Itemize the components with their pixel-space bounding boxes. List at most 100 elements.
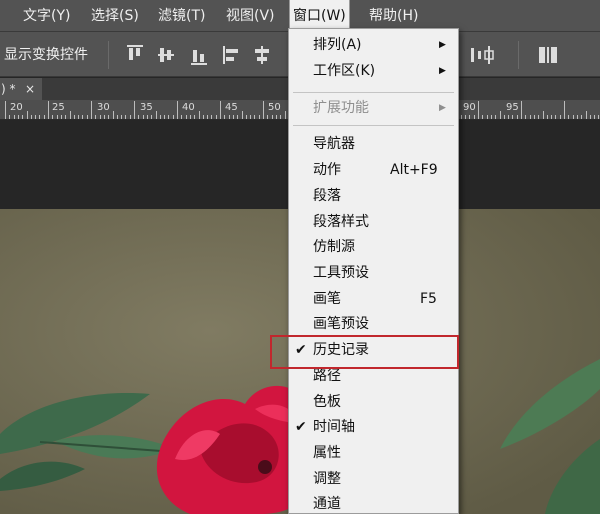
ruler-tick (142, 115, 144, 119)
ruler-tick (43, 115, 45, 119)
ruler-tick (60, 115, 62, 119)
ruler-label: 40 (182, 102, 195, 113)
menu-item-label: 段落 (313, 188, 341, 204)
ruler-tick (5, 101, 6, 119)
ruler-label: 20 (10, 102, 23, 113)
ruler-tick (159, 115, 161, 119)
ruler-label: 50 (268, 102, 281, 113)
ruler-tick (86, 115, 88, 119)
submenu-arrow-icon: ▶ (439, 40, 446, 50)
ruler-tick (508, 115, 510, 119)
ruler-tick (52, 115, 54, 119)
ruler-label: 95 (506, 102, 519, 113)
ruler-tick (82, 115, 84, 119)
menu-item-label: 通道 (313, 496, 341, 512)
ruler-tick (495, 115, 497, 119)
ruler-tick (516, 115, 518, 119)
ruler-tick (112, 111, 114, 119)
document-tab-label: ) * (1, 82, 16, 96)
ruler-tick (533, 115, 535, 119)
menu-item-timeline[interactable]: ✔ 时间轴 (289, 414, 458, 440)
ruler-tick (490, 115, 492, 119)
distribute-horizontal-icon[interactable] (470, 45, 494, 65)
menu-divider (293, 125, 454, 126)
menu-item-label: 导航器 (313, 136, 355, 152)
ruler-tick (280, 115, 282, 119)
align-vertical-center-icon[interactable] (157, 45, 175, 65)
ruler-tick (538, 115, 540, 119)
ruler-tick (91, 101, 92, 119)
ruler-tick (181, 115, 183, 119)
ruler-tick (211, 115, 213, 119)
ruler-tick (241, 111, 243, 119)
close-icon[interactable]: × (25, 78, 35, 100)
menu-text[interactable]: 文字(Y) (20, 0, 73, 32)
submenu-arrow-icon: ▶ (439, 66, 446, 76)
menu-item-label: 工作区(K) (313, 63, 376, 79)
ruler-tick (258, 115, 260, 119)
ruler-tick (271, 115, 273, 119)
menu-select[interactable]: 选择(S) (88, 0, 142, 32)
ruler-tick (460, 115, 462, 119)
menu-item-label: 段落样式 (313, 214, 369, 230)
ruler-tick (525, 115, 527, 119)
ruler-tick (228, 115, 230, 119)
ruler-tick (198, 111, 200, 119)
ruler-tick (254, 115, 256, 119)
align-bottom-icon[interactable] (190, 45, 208, 65)
ruler-tick (151, 115, 153, 119)
ruler-tick (542, 111, 544, 119)
ruler-label: 35 (140, 102, 153, 113)
menu-item-paragraph-styles[interactable]: 段落样式 (289, 209, 458, 235)
align-left-icon[interactable] (223, 45, 241, 65)
menu-item-swatches[interactable]: 色板 (289, 389, 458, 415)
menu-item-extensions: 扩展功能 ▶ (289, 95, 458, 121)
align-top-icon[interactable] (126, 45, 144, 65)
menu-item-arrange[interactable]: 排列(A) ▶ (289, 32, 458, 58)
ruler-tick (108, 115, 110, 119)
menu-filter[interactable]: 滤镜(T) (155, 0, 208, 32)
menu-item-actions[interactable]: 动作 Alt+F9 (289, 157, 458, 183)
ruler-tick (237, 115, 239, 119)
ruler-tick (465, 115, 467, 119)
ruler-tick (39, 115, 41, 119)
menu-item-properties[interactable]: 属性 (289, 440, 458, 466)
ruler-tick (164, 115, 166, 119)
ruler-tick (521, 101, 522, 119)
ruler-tick (478, 101, 479, 119)
ruler-tick (267, 115, 269, 119)
align-horizontal-center-icon[interactable] (253, 45, 271, 65)
menu-item-brush[interactable]: 画笔 F5 (289, 286, 458, 312)
ruler-tick (56, 115, 58, 119)
document-tab[interactable]: ) * × (0, 78, 42, 100)
ruler-tick (146, 115, 148, 119)
menu-item-clone-source[interactable]: 仿制源 (289, 234, 458, 260)
menu-item-brush-presets[interactable]: 画笔预设 (289, 311, 458, 337)
menu-item-navigator[interactable]: 导航器 (289, 131, 458, 157)
show-transform-controls-checkbox[interactable]: 显示变换控件 (4, 44, 88, 64)
ruler-tick (263, 101, 264, 119)
menu-item-channels[interactable]: 通道 (289, 491, 458, 514)
ruler-tick (73, 115, 75, 119)
menu-divider (293, 92, 454, 93)
checkmark-icon: ✔ (295, 419, 307, 435)
menu-item-paragraph[interactable]: 段落 (289, 183, 458, 209)
menu-item-adjustments[interactable]: 调整 (289, 466, 458, 492)
ruler-tick (594, 115, 596, 119)
menu-item-workspace[interactable]: 工作区(K) ▶ (289, 58, 458, 84)
ruler-tick (177, 101, 178, 119)
menu-item-label: 动作 (313, 162, 341, 178)
ruler-tick (215, 115, 217, 119)
menu-item-label: 时间轴 (313, 419, 355, 435)
menu-item-label: 仿制源 (313, 239, 355, 255)
menu-view[interactable]: 视图(V) (223, 0, 278, 32)
ruler-tick (598, 115, 600, 119)
menu-item-shortcut: F5 (420, 291, 437, 307)
ruler-tick (78, 115, 80, 119)
auto-align-icon[interactable] (538, 45, 557, 65)
ruler-tick (585, 111, 587, 119)
ruler-tick (512, 115, 514, 119)
ruler-tick (155, 111, 157, 119)
menu-item-tool-presets[interactable]: 工具预设 (289, 260, 458, 286)
menu-item-label: 画笔预设 (313, 316, 369, 332)
